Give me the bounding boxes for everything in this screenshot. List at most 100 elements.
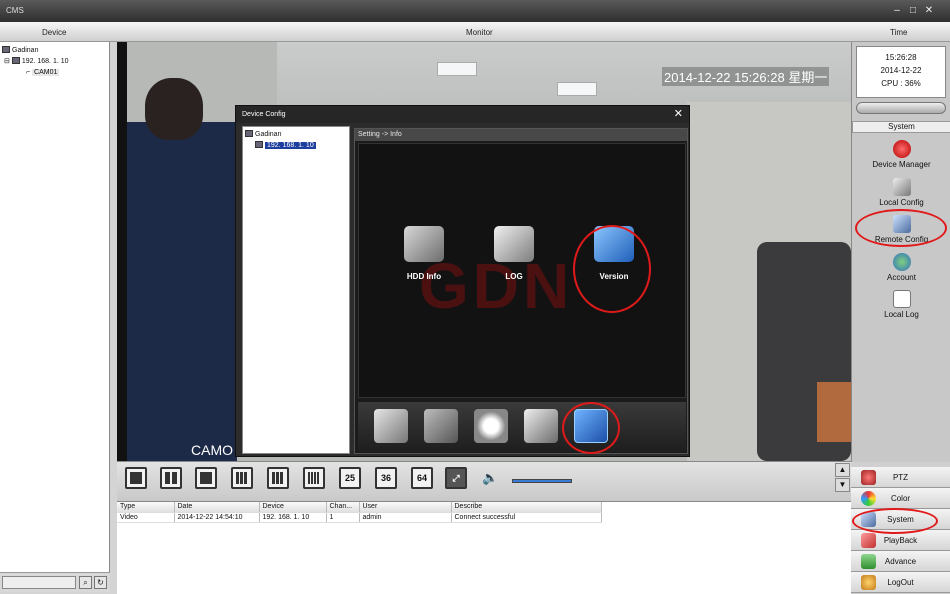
log-col-device[interactable]: Device (259, 502, 327, 513)
search-icon[interactable]: ⌕ (79, 576, 92, 589)
account-button[interactable]: Account (852, 251, 950, 285)
layout-4-button[interactable] (160, 467, 182, 489)
hdd-info-button[interactable]: HDD Info (389, 226, 459, 296)
layout-1-button[interactable] (125, 467, 147, 489)
mute-icon[interactable]: 🔈 (482, 470, 500, 488)
group-icon (245, 130, 253, 137)
log-col-date[interactable]: Date (174, 502, 260, 513)
dvr-icon (255, 141, 263, 148)
record-tab-icon[interactable] (374, 409, 408, 443)
menu-logout[interactable]: LogOut (851, 572, 950, 593)
video-left-edge (117, 42, 127, 461)
video-scene-light (437, 62, 477, 76)
menu-playback-label: PlayBack (883, 536, 918, 545)
log-button[interactable]: LOG (479, 226, 549, 296)
log-cell: 2014-12-22 14:54:10 (174, 512, 260, 523)
maximize-icon[interactable]: □ (906, 5, 920, 17)
local-config-button[interactable]: Local Config (852, 176, 950, 210)
log-icon (494, 226, 534, 262)
alarm-tab-icon[interactable] (424, 409, 458, 443)
menu-ptz[interactable]: PTZ (851, 467, 950, 488)
ptz-icon (861, 470, 876, 485)
advance-icon (861, 554, 876, 569)
local-log-button[interactable]: Local Log (852, 288, 950, 322)
layout-16-button[interactable] (303, 467, 325, 489)
system-menu-highlight-ring (852, 508, 938, 534)
info-tab-highlight-ring (562, 402, 620, 454)
layout-16-icon (308, 472, 320, 484)
log-label: LOG (505, 272, 523, 281)
minimize-icon[interactable]: – (890, 5, 904, 17)
layout-4-icon (165, 472, 177, 484)
logout-icon (861, 575, 876, 590)
hdd-info-label: HDD Info (406, 272, 442, 281)
log-col-channel[interactable]: Chan... (326, 502, 360, 513)
log-cell: 1 (326, 512, 360, 523)
layout-8-button[interactable] (231, 467, 253, 489)
tree-root-label: Gadinan (12, 47, 39, 54)
tree-item-camera[interactable]: ⌐ CAM01 (26, 67, 60, 78)
scroll-up-icon[interactable]: ▲ (835, 463, 850, 477)
tree-device-label: 192. 168. 1. 10 (21, 58, 69, 65)
layout-36-button[interactable]: 36 (375, 467, 397, 489)
collapse-icon[interactable]: ⊟ (4, 58, 12, 65)
log-cell: Video (117, 512, 175, 523)
dialog-close-icon[interactable]: ✕ (674, 107, 683, 120)
menu-color[interactable]: Color (851, 488, 950, 509)
layout-64-button[interactable]: 64 (411, 467, 433, 489)
local-config-label: Local Config (879, 198, 924, 207)
advanced-tab-icon[interactable] (524, 409, 558, 443)
window-title: CMS (6, 6, 24, 15)
local-log-icon (892, 290, 911, 308)
layout-6-icon (200, 472, 212, 484)
dialog-tree-root-label: Gadinan (255, 131, 282, 138)
remote-config-highlight-ring (855, 209, 947, 247)
layout-25-button[interactable]: 25 (339, 467, 361, 489)
version-highlight-ring (573, 225, 651, 313)
table-row[interactable]: Video 2014-12-22 14:54:10 192. 168. 1. 1… (117, 512, 602, 523)
close-icon[interactable]: ✕ (922, 5, 936, 17)
dialog-device-tree: Gadinan 192. 168. 1. 10 (242, 126, 350, 454)
settings-tab-bar (358, 402, 686, 452)
hdd-icon (404, 226, 444, 262)
refresh-icon[interactable]: ↻ (94, 576, 107, 589)
dvr-icon (11, 57, 20, 64)
tree-item-device[interactable]: ⊟ 192. 168. 1. 10 (4, 56, 69, 67)
log-cell: Connect successful (451, 512, 602, 523)
status-progress-bar (856, 102, 946, 114)
layout-9-icon (272, 472, 284, 484)
layout-toolbar: 25 36 64 ⤢ 🔈 (117, 461, 851, 501)
dialog-tree-device[interactable]: 192. 168. 1. 10 (255, 140, 316, 151)
menu-logout-label: LogOut (887, 578, 914, 587)
group-icon (2, 46, 10, 53)
tree-item-root[interactable]: Gadinan (2, 45, 38, 56)
device-manager-button[interactable]: Device Manager (852, 138, 950, 172)
fullscreen-button[interactable]: ⤢ (445, 467, 467, 489)
header-monitor: Monitor (466, 28, 493, 37)
layout-8-icon (236, 472, 248, 484)
log-cell: 192. 168. 1. 10 (259, 512, 327, 523)
scroll-down-icon[interactable]: ▼ (835, 478, 850, 492)
breadcrumb: Setting -> Info (355, 129, 687, 141)
system-tab-gear-icon[interactable] (474, 409, 508, 443)
tree-search-input[interactable] (2, 576, 76, 589)
log-col-user[interactable]: User (359, 502, 452, 513)
header-time: Time (890, 28, 908, 37)
account-label: Account (887, 273, 916, 282)
log-col-type[interactable]: Type (117, 502, 175, 513)
tree-search-bar: ⌕ ↻ (0, 572, 110, 592)
device-tree: Gadinan ⊟ 192. 168. 1. 10 ⌐ CAM01 (0, 42, 110, 572)
dialog-tree-device-label: 192. 168. 1. 10 (265, 142, 316, 149)
system-section-header: System (852, 121, 950, 133)
tree-camera-label: CAM01 (32, 69, 60, 76)
menu-advance[interactable]: Advance (851, 551, 950, 572)
video-scene-head (145, 78, 203, 140)
layout-9-button[interactable] (267, 467, 289, 489)
volume-slider[interactable] (512, 479, 572, 483)
video-scene-person (117, 122, 237, 461)
layout-6-button[interactable] (195, 467, 217, 489)
menu-color-label: Color (890, 494, 911, 503)
dialog-tree-root[interactable]: Gadinan (245, 129, 281, 140)
status-date: 2014-12-22 (880, 66, 922, 75)
log-col-describe[interactable]: Describe (451, 502, 602, 513)
